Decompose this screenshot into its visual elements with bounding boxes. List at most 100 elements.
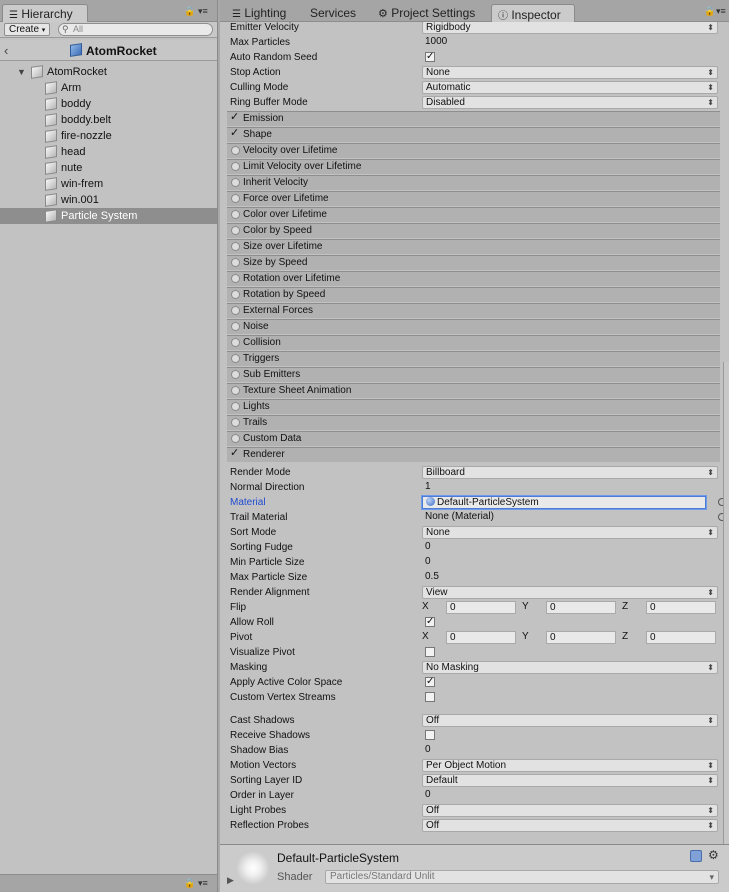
visualize-pivot-checkbox[interactable] [425,647,435,657]
lock-icon[interactable]: 🔒 [184,6,195,17]
module-lights[interactable]: Lights [227,399,720,414]
max-particle-size-field[interactable]: 0.5 [422,571,718,584]
normal-direction-field[interactable]: 1 [422,481,718,494]
search-input[interactable]: ⚲ All [58,23,213,36]
tab-hierarchy[interactable]: ☰ Hierarchy [2,4,88,22]
inspector-scrollbar[interactable] [723,362,729,844]
shadow-bias-field[interactable]: 0 [422,744,718,757]
pivot-z-field[interactable]: 0 [646,631,716,644]
module-renderer[interactable]: ✓ Renderer [227,447,720,462]
enabled-check-icon[interactable]: ✓ [230,128,239,139]
toggle-radio-icon[interactable] [231,290,240,299]
toggle-radio-icon[interactable] [231,370,240,379]
hierarchy-item[interactable]: Arm [0,80,217,96]
masking-dropdown[interactable]: No Masking [422,661,718,674]
hierarchy-item[interactable]: win.001 [0,192,217,208]
toggle-radio-icon[interactable] [231,386,240,395]
toggle-radio-icon[interactable] [231,338,240,347]
hierarchy-item[interactable]: boddy.belt [0,112,217,128]
panel-menu-icon[interactable]: ▾≡ [198,878,208,889]
module-collision[interactable]: Collision [227,335,720,350]
hierarchy-item[interactable]: boddy [0,96,217,112]
stop-action-dropdown[interactable]: None [422,66,718,79]
tab-project-settings[interactable]: ⚙ Project Settings [372,4,481,22]
material-field[interactable]: Default-ParticleSystem [422,496,706,509]
module-trails[interactable]: Trails [227,415,720,430]
module-limit-velocity-over-lifetime[interactable]: Limit Velocity over Lifetime [227,159,720,174]
pivot-x-field[interactable]: 0 [446,631,516,644]
expand-triangle-icon[interactable]: ▼ [17,64,26,80]
module-sub-emitters[interactable]: Sub Emitters [227,367,720,382]
flip-z-field[interactable]: 0 [646,601,716,614]
module-force-over-lifetime[interactable]: Force over Lifetime [227,191,720,206]
ring-buffer-mode-dropdown[interactable]: Disabled [422,96,718,109]
toggle-radio-icon[interactable] [231,274,240,283]
toggle-radio-icon[interactable] [231,242,240,251]
toggle-radio-icon[interactable] [231,162,240,171]
order-in-layer-field[interactable]: 0 [422,789,718,802]
gear-icon[interactable]: ⚙ [708,848,719,862]
tab-inspector[interactable]: ⓘ Inspector [491,4,575,22]
render-alignment-dropdown[interactable]: View [422,586,718,599]
trail-material-field[interactable]: None (Material) [422,511,718,524]
sorting-layer-dropdown[interactable]: Default [422,774,718,787]
enabled-check-icon[interactable]: ✓ [230,112,239,123]
module-emission[interactable]: ✓ Emission [227,111,720,126]
flip-y-field[interactable]: 0 [546,601,616,614]
hierarchy-root-item[interactable]: ▼ AtomRocket [0,64,217,80]
lock-icon[interactable]: 🔒 [184,878,195,889]
receive-shadows-checkbox[interactable] [425,730,435,740]
allow-roll-checkbox[interactable]: ✓ [425,617,435,627]
custom-vertex-streams-checkbox[interactable] [425,692,435,702]
module-size-over-lifetime[interactable]: Size over Lifetime [227,239,720,254]
panel-menu-icon[interactable]: ▾≡ [198,6,208,17]
toggle-radio-icon[interactable] [231,322,240,331]
module-shape[interactable]: ✓ Shape [227,127,720,142]
panel-menu-icon[interactable]: ▾≡ [716,6,726,17]
pivot-y-field[interactable]: 0 [546,631,616,644]
tab-lighting[interactable]: ☰ Lighting [226,4,292,22]
hierarchy-item[interactable]: fire-nozzle [0,128,217,144]
min-particle-size-field[interactable]: 0 [422,556,718,569]
tab-services[interactable]: Services [304,4,362,22]
back-arrow-icon[interactable]: ‹ [4,43,8,58]
toggle-radio-icon[interactable] [231,418,240,427]
cast-shadows-dropdown[interactable]: Off [422,714,718,727]
toggle-radio-icon[interactable] [231,258,240,267]
shader-dropdown[interactable]: Particles/Standard Unlit [325,870,719,884]
create-button[interactable]: Create ▾ [4,23,51,36]
module-size-by-speed[interactable]: Size by Speed [227,255,720,270]
max-particles-field[interactable]: 1000 [422,36,718,49]
apply-active-color-space-checkbox[interactable]: ✓ [425,677,435,687]
auto-random-seed-checkbox[interactable]: ✓ [425,52,435,62]
lock-icon[interactable]: 🔒 [704,6,715,17]
hierarchy-item[interactable]: win-frem [0,176,217,192]
hierarchy-item-selected[interactable]: Particle System [0,208,217,224]
module-inherit-velocity[interactable]: Inherit Velocity [227,175,720,190]
motion-vectors-dropdown[interactable]: Per Object Motion [422,759,718,772]
hierarchy-item[interactable]: nute [0,160,217,176]
module-color-by-speed[interactable]: Color by Speed [227,223,720,238]
flip-x-field[interactable]: 0 [446,601,516,614]
toggle-radio-icon[interactable] [231,306,240,315]
module-external-forces[interactable]: External Forces [227,303,720,318]
culling-mode-dropdown[interactable]: Automatic [422,81,718,94]
hierarchy-item[interactable]: head [0,144,217,160]
module-texture-sheet-animation[interactable]: Texture Sheet Animation [227,383,720,398]
sort-mode-dropdown[interactable]: None [422,526,718,539]
module-triggers[interactable]: Triggers [227,351,720,366]
module-rotation-over-lifetime[interactable]: Rotation over Lifetime [227,271,720,286]
toggle-radio-icon[interactable] [231,226,240,235]
toggle-radio-icon[interactable] [231,210,240,219]
render-mode-dropdown[interactable]: Billboard [422,466,718,479]
enabled-check-icon[interactable]: ✓ [230,448,239,459]
foldout-triangle-icon[interactable]: ▶ [227,875,234,886]
sorting-fudge-field[interactable]: 0 [422,541,718,554]
toggle-radio-icon[interactable] [231,178,240,187]
toggle-radio-icon[interactable] [231,354,240,363]
module-custom-data[interactable]: Custom Data [227,431,720,446]
toggle-radio-icon[interactable] [231,402,240,411]
reflection-probes-dropdown[interactable]: Off [422,819,718,832]
help-book-icon[interactable] [690,850,702,862]
light-probes-dropdown[interactable]: Off [422,804,718,817]
